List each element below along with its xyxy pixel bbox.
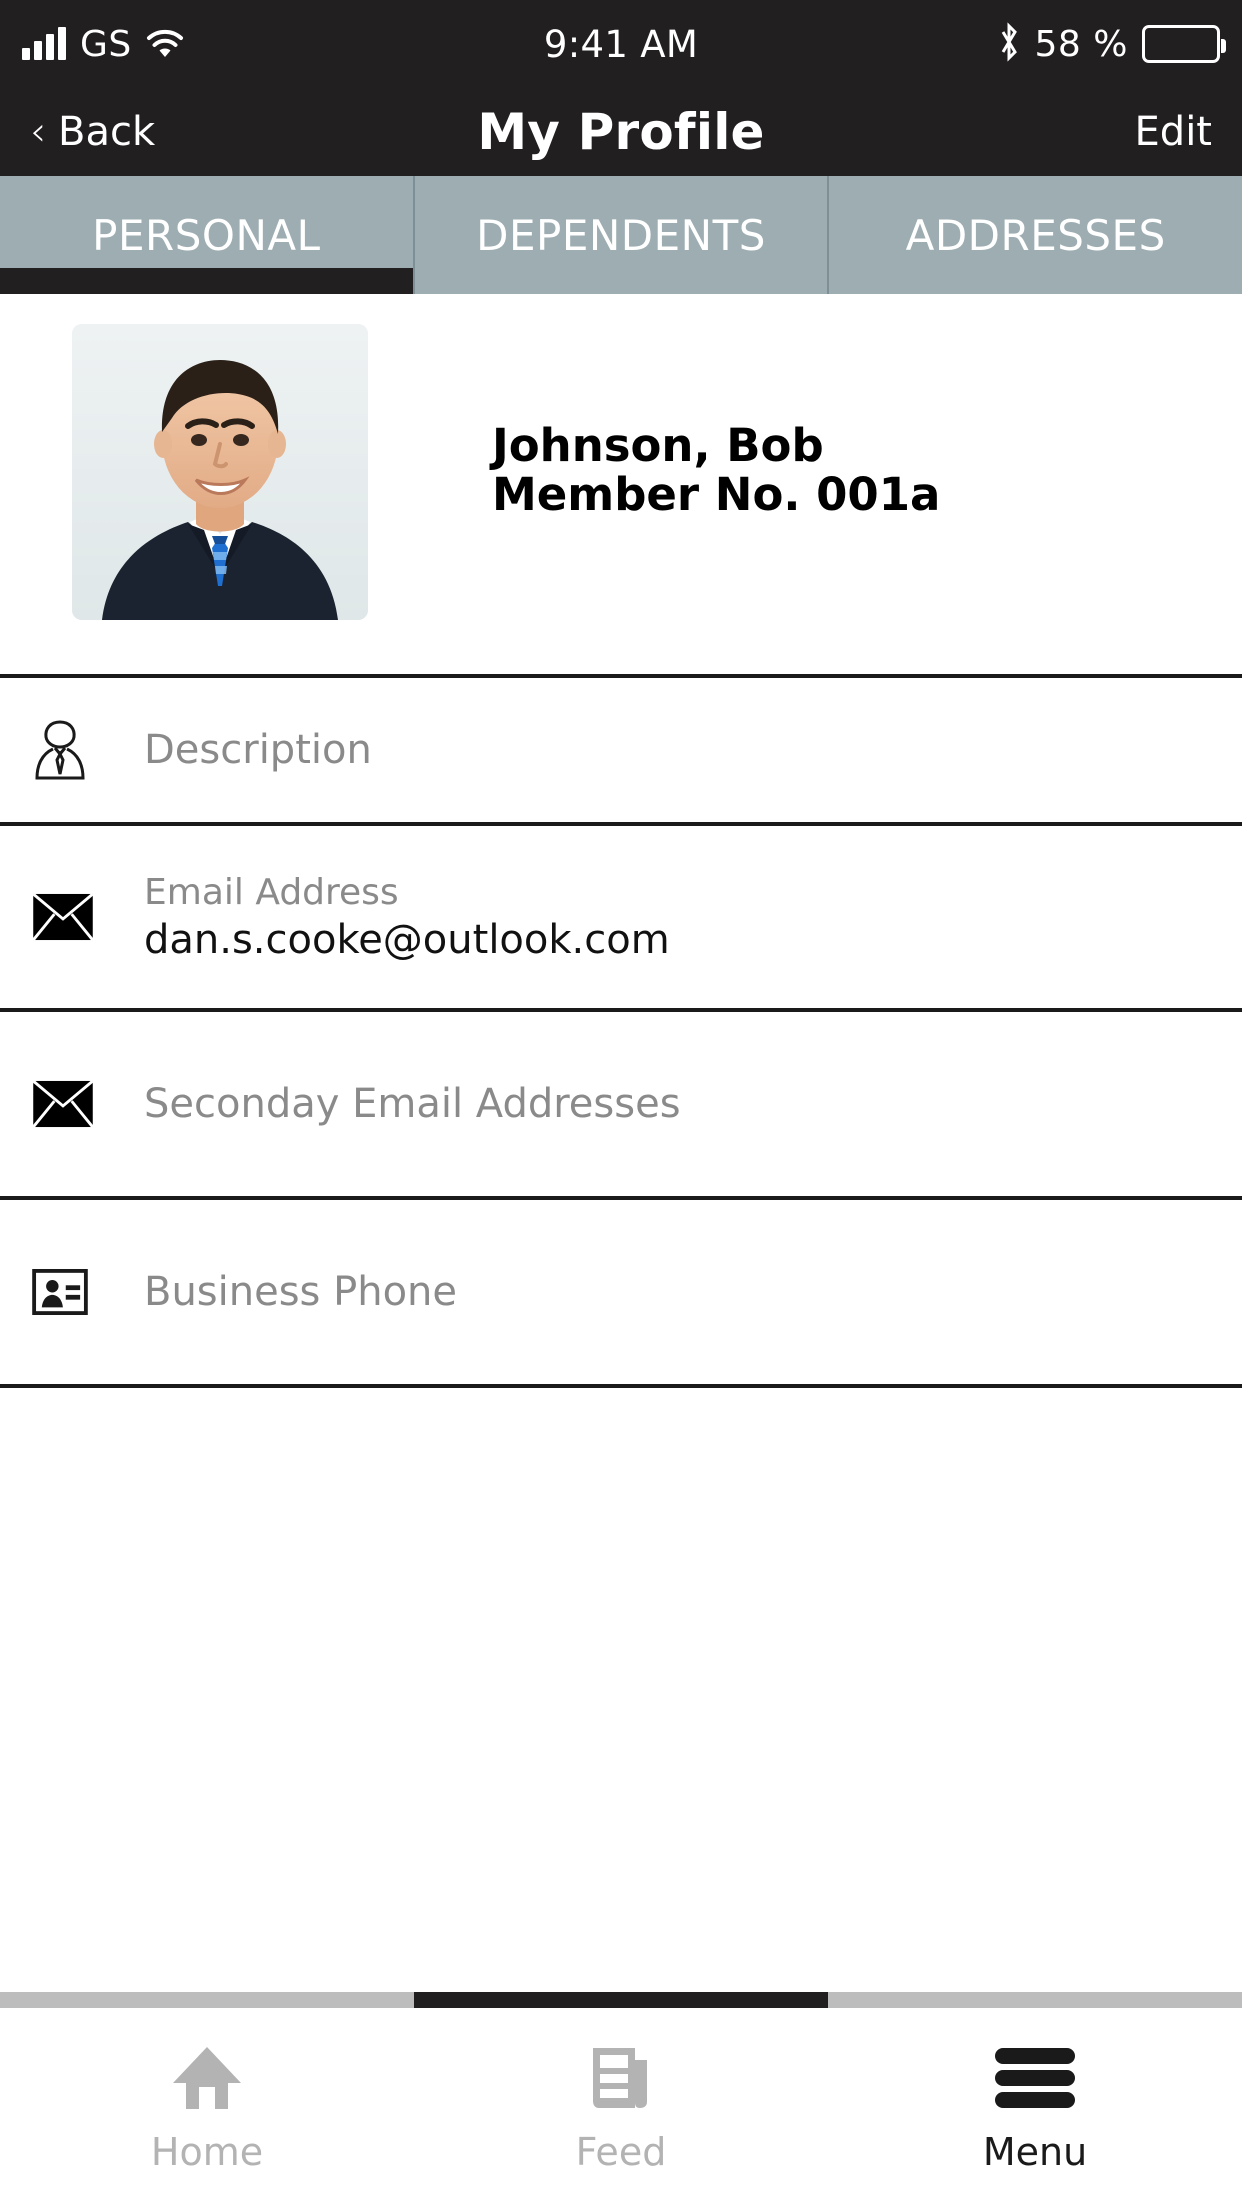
bottom-tab-menu[interactable]: Menu (828, 2036, 1242, 2174)
tab-addresses[interactable]: ADDRESSES (829, 176, 1242, 294)
scroll-segment-left (0, 1992, 414, 2008)
scroll-segment-active (414, 1992, 828, 2008)
bottom-tab-feed-label: Feed (575, 2130, 667, 2174)
bottom-tab-feed[interactable]: Feed (414, 2036, 828, 2174)
profile-member-no: Member No. 001a (492, 467, 941, 521)
field-placeholder-secondary-emails: Seconday Email Addresses (144, 1081, 681, 1127)
segmented-tab-bar: PERSONAL DEPENDENTS ADDRESSES (0, 176, 1242, 294)
wifi-icon (146, 29, 184, 59)
tab-dependents[interactable]: DEPENDENTS (415, 176, 830, 294)
envelope-icon (32, 1080, 124, 1128)
field-row-partial (0, 1388, 1242, 1428)
hamburger-menu-icon (991, 2036, 1079, 2120)
field-list: Description Email Address dan.s.cooke@ou… (0, 674, 1242, 1428)
bottom-tab-home[interactable]: Home (0, 2036, 414, 2174)
bluetooth-icon (997, 22, 1021, 66)
carrier-label: GS (80, 23, 132, 65)
bottom-area: Home Feed Menu (0, 1992, 1242, 2208)
field-body-description: Description (144, 725, 372, 775)
field-placeholder-business-phone: Business Phone (144, 1269, 458, 1315)
field-body-secondary-emails: Seconday Email Addresses (144, 1079, 681, 1129)
tab-dependents-label: DEPENDENTS (476, 210, 766, 260)
tab-personal[interactable]: PERSONAL (0, 176, 415, 294)
field-label-email-address: Email Address (144, 871, 399, 913)
horizontal-scroll-indicator[interactable] (0, 1992, 1242, 2008)
bottom-tab-bar: Home Feed Menu (0, 2008, 1242, 2208)
bottom-tab-menu-label: Menu (982, 2130, 1088, 2174)
field-row-business-phone[interactable]: Business Phone (0, 1200, 1242, 1388)
field-placeholder-description: Description (144, 727, 372, 773)
battery-icon (1142, 25, 1226, 63)
avatar[interactable] (72, 324, 368, 620)
phone-screen: GS 9:41 AM 58 % ‹ Back My Profile Edit P… (0, 0, 1242, 2208)
home-icon (171, 2036, 243, 2120)
field-value-email-address: dan.s.cooke@outlook.com (144, 916, 670, 963)
status-bar: GS 9:41 AM 58 % (0, 0, 1242, 88)
profile-header: Johnson, Bob Member No. 001a (0, 294, 1242, 674)
signal-bars-icon (22, 27, 66, 60)
back-button[interactable]: ‹ Back (30, 109, 155, 155)
tab-addresses-label: ADDRESSES (905, 210, 1166, 260)
field-row-email-address[interactable]: Email Address dan.s.cooke@outlook.com (0, 826, 1242, 1012)
envelope-icon (32, 893, 124, 941)
profile-content: Johnson, Bob Member No. 001a Description (0, 294, 1242, 1992)
contact-card-icon (32, 1269, 124, 1315)
field-row-secondary-emails[interactable]: Seconday Email Addresses (0, 1012, 1242, 1200)
chevron-left-icon: ‹ (30, 109, 46, 155)
back-button-label: Back (58, 109, 156, 155)
tab-personal-label: PERSONAL (92, 210, 321, 260)
feed-icon (589, 2036, 653, 2120)
profile-name: Johnson, Bob (492, 419, 824, 472)
battery-percent-label: 58 % (1034, 23, 1128, 65)
field-body-business-phone: Business Phone (144, 1267, 457, 1317)
field-row-description[interactable]: Description (0, 678, 1242, 826)
person-tie-icon (32, 718, 124, 782)
navigation-bar: ‹ Back My Profile Edit (0, 88, 1242, 176)
field-body-email-address: Email Address dan.s.cooke@outlook.com (144, 870, 670, 965)
status-bar-left: GS (22, 24, 184, 65)
edit-button[interactable]: Edit (1135, 109, 1212, 155)
tab-active-indicator (0, 268, 413, 294)
scroll-segment-right (828, 1992, 1242, 2008)
bottom-tab-home-label: Home (150, 2130, 264, 2174)
page-title: My Profile (477, 103, 765, 161)
status-bar-right: 58 % (997, 22, 1226, 66)
profile-name-block: Johnson, Bob Member No. 001a (492, 419, 941, 521)
